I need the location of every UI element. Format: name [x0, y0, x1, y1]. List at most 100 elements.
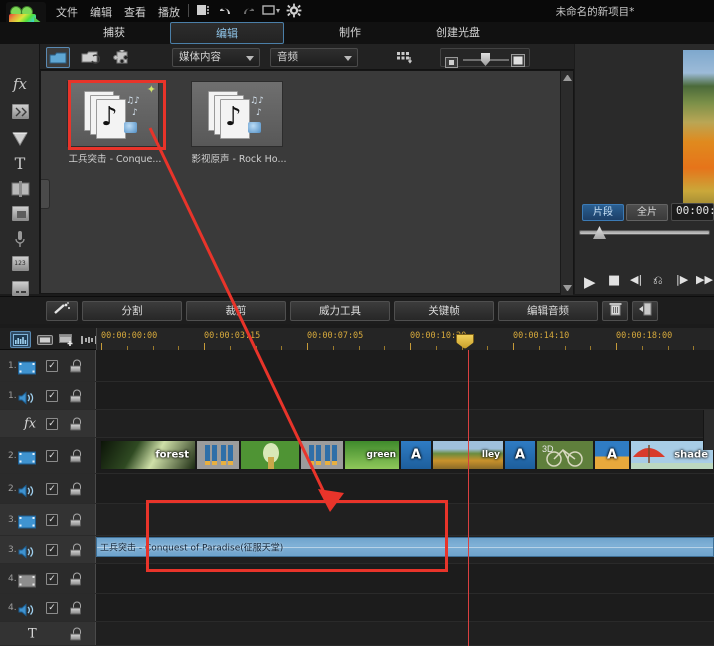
track-content[interactable] [96, 350, 714, 381]
track-enable-checkbox[interactable]: ✓ [46, 483, 58, 495]
voice-record-icon[interactable] [4, 225, 36, 252]
clip-bicycle[interactable]: 3D [536, 440, 594, 470]
title-text-icon[interactable]: T [4, 150, 36, 177]
audio-track-1[interactable]: 1. ✓ [0, 382, 714, 410]
track-content[interactable] [96, 622, 714, 645]
storyboard-view-button[interactable] [34, 331, 55, 348]
library-grid-view-button[interactable] [392, 47, 416, 68]
import-media-button[interactable] [78, 47, 102, 68]
clip-title-a1[interactable]: A [400, 440, 432, 470]
pip-object-icon[interactable] [4, 175, 36, 202]
previous-frame-button[interactable]: ◀| [630, 273, 642, 286]
undo-icon[interactable] [218, 3, 234, 18]
timeline-ruler[interactable]: 00:00:00:00 00:00:03:15 00:00:07:05 00:0… [96, 328, 714, 350]
play-button[interactable]: ▶ [584, 273, 596, 291]
large-thumbnail-icon[interactable] [511, 52, 525, 71]
clip-green[interactable]: green [344, 440, 400, 470]
media-room-button[interactable] [46, 47, 70, 68]
power-tools-button[interactable]: 威力工具 [290, 301, 390, 321]
clip-title-a3[interactable]: A [594, 440, 630, 470]
stop-button[interactable]: ■ [608, 273, 620, 288]
audio-track-4[interactable]: 4. ✓ [0, 594, 714, 622]
track-lock-icon[interactable] [70, 601, 81, 614]
title-track[interactable]: T [0, 622, 714, 646]
track-enable-checkbox[interactable]: ✓ [46, 418, 58, 430]
trim-button[interactable]: 裁剪 [186, 301, 286, 321]
fast-forward-button[interactable]: ▶▶ [696, 273, 713, 286]
preferences-gear-icon[interactable] [286, 3, 302, 18]
transitions-icon[interactable] [4, 98, 36, 125]
detach-audio-button[interactable] [632, 301, 658, 321]
track-enable-checkbox[interactable]: ✓ [46, 360, 58, 372]
clip-title-a2[interactable]: A [504, 440, 536, 470]
library-collapse-handle[interactable] [41, 179, 50, 209]
library-scrollbar[interactable] [560, 71, 573, 295]
tab-create-disc[interactable]: 创建光盘 [404, 22, 512, 44]
menu-play[interactable]: 播放 [154, 3, 184, 21]
track-lock-icon[interactable] [70, 417, 81, 430]
clip-forest[interactable]: forest [100, 440, 196, 470]
track-lock-icon[interactable] [70, 449, 81, 462]
mark-in-out-button[interactable]: ⎌ [653, 273, 663, 288]
media-filter-dropdown[interactable]: 媒体内容 [172, 48, 260, 67]
track-content[interactable] [96, 474, 714, 503]
clip-audio-conquest[interactable]: 工兵突击 - Conquest of Paradise(征服天堂) [96, 537, 714, 557]
track-enable-checkbox[interactable]: ✓ [46, 573, 58, 585]
overlay-icon[interactable] [4, 200, 36, 227]
preview-tab-project[interactable]: 全片 [626, 204, 668, 221]
edit-audio-button[interactable]: 编辑音频 [498, 301, 598, 321]
track-enable-checkbox[interactable]: ✓ [46, 544, 58, 556]
track-lock-icon[interactable] [70, 482, 81, 495]
insert-track-button[interactable] [56, 331, 77, 348]
track-lock-icon[interactable] [70, 572, 81, 585]
delete-clip-button[interactable] [602, 301, 628, 321]
next-frame-button[interactable]: |▶ [676, 273, 688, 286]
timeline-playhead-handle[interactable] [456, 334, 474, 349]
slider-thumb[interactable] [481, 53, 490, 66]
audio-track-3[interactable]: 3. ✓ 工兵突击 - Conquest of Paradise(征服天堂) [0, 536, 714, 564]
particle-icon[interactable] [4, 125, 36, 152]
track-enable-checkbox[interactable]: ✓ [46, 450, 58, 462]
track-content[interactable] [96, 504, 714, 535]
track-enable-checkbox[interactable]: ✓ [46, 390, 58, 402]
scroll-up-icon[interactable] [563, 75, 572, 81]
keyframe-button[interactable]: 关键帧 [394, 301, 494, 321]
track-lock-icon[interactable] [70, 513, 81, 526]
render-preview-icon[interactable] [196, 3, 212, 18]
track-content[interactable] [96, 594, 714, 621]
clip-field-1[interactable] [240, 440, 300, 470]
track-content[interactable]: forest green A lley [96, 438, 714, 473]
redo-icon[interactable] [240, 3, 256, 18]
menu-file[interactable]: 文件 [52, 3, 82, 21]
video-track-2[interactable]: 2. ✓ forest [0, 438, 714, 474]
menu-view[interactable]: 查看 [120, 3, 150, 21]
scroll-down-icon[interactable] [563, 285, 572, 291]
effects-fx-icon[interactable]: fx [4, 70, 36, 97]
track-lock-icon[interactable] [70, 389, 81, 402]
tab-edit[interactable]: 编辑 [170, 22, 284, 44]
tab-produce[interactable]: 制作 [296, 22, 404, 44]
clip-trans-2[interactable] [300, 440, 344, 470]
split-button[interactable]: 分割 [82, 301, 182, 321]
video-track-1[interactable]: 1. ✓ [0, 350, 714, 382]
plugin-puzzle-button[interactable] [110, 47, 134, 68]
menu-edit[interactable]: 编辑 [86, 3, 116, 21]
clip-shade[interactable]: shade [630, 440, 714, 470]
audio-track-2[interactable]: 2. ✓ [0, 474, 714, 504]
chapter-number-icon[interactable]: 123 [4, 250, 36, 277]
thumbnail-size-slider[interactable] [440, 48, 530, 67]
track-enable-checkbox[interactable]: ✓ [46, 602, 58, 614]
preview-tab-clip[interactable]: 片段 [582, 204, 624, 221]
track-content[interactable] [96, 410, 714, 437]
clip-trans-1[interactable] [196, 440, 240, 470]
media-item-audio-1[interactable]: ♪ ♫♪ ♪ ✦ 工兵突击 - Conque... [67, 81, 163, 165]
tab-capture[interactable]: 捕获 [60, 22, 168, 44]
aspect-ratio-icon[interactable] [262, 3, 278, 18]
media-type-dropdown[interactable]: 音频 [270, 48, 358, 67]
timeline-vertical-scrollbar[interactable] [703, 410, 714, 450]
effect-track[interactable]: fx ✓ [0, 410, 714, 438]
track-content[interactable] [96, 564, 714, 593]
track-content[interactable] [96, 382, 714, 409]
track-lock-icon[interactable] [70, 627, 81, 640]
video-track-3[interactable]: 3. ✓ [0, 504, 714, 536]
